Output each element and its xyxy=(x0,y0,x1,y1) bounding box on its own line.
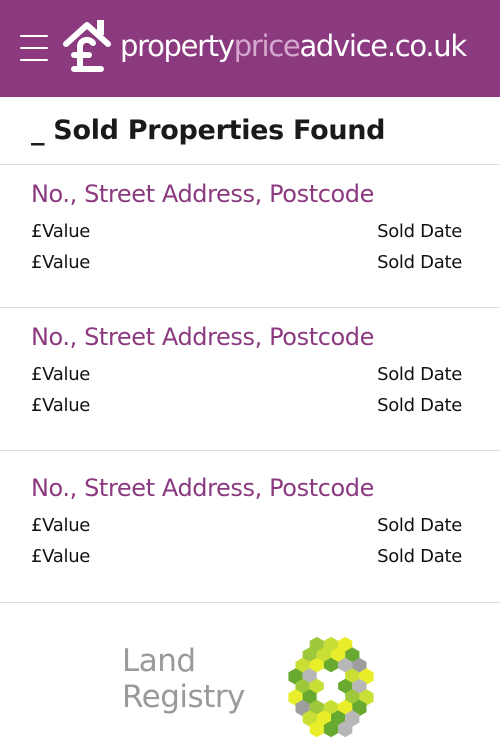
sale-date: Sold Date xyxy=(377,395,462,416)
page-footer: Land Registry xyxy=(0,603,500,745)
sale-row: £Value Sold Date xyxy=(31,252,462,283)
land-registry-line1: Land xyxy=(122,643,196,679)
logo-text-property: property xyxy=(120,28,235,63)
property-address[interactable]: No., Street Address, Postcode xyxy=(31,323,462,351)
sale-value: £Value xyxy=(31,364,91,385)
sale-row: £Value Sold Date xyxy=(31,395,462,426)
property-result[interactable]: No., Street Address, Postcode £Value Sol… xyxy=(0,451,500,603)
sale-value: £Value xyxy=(31,395,91,416)
sale-date: Sold Date xyxy=(377,252,462,273)
logo-wordmark: propertypriceadvice.co.uk xyxy=(120,28,467,63)
property-result[interactable]: No., Street Address, Postcode £Value Sol… xyxy=(0,165,500,308)
sale-row: £Value Sold Date xyxy=(31,515,462,546)
sale-row: £Value Sold Date xyxy=(31,221,462,252)
results-list: No., Street Address, Postcode £Value Sol… xyxy=(0,165,500,603)
land-registry-line2: Registry xyxy=(122,679,245,715)
sale-value: £Value xyxy=(31,546,91,567)
sale-row: £Value Sold Date xyxy=(31,546,462,577)
results-count-title: _ Sold Properties Found xyxy=(31,115,386,146)
results-summary: _ Sold Properties Found xyxy=(0,97,500,165)
site-header: propertypriceadvice.co.uk xyxy=(0,0,500,97)
property-address[interactable]: No., Street Address, Postcode xyxy=(31,180,462,208)
logo-text-price: price xyxy=(233,28,301,63)
logo-text-advice: advice.co.uk xyxy=(299,28,467,63)
hamburger-menu-icon[interactable] xyxy=(20,35,48,61)
property-address[interactable]: No., Street Address, Postcode xyxy=(31,474,462,502)
property-result[interactable]: No., Street Address, Postcode £Value Sol… xyxy=(0,308,500,451)
sale-value: £Value xyxy=(31,515,91,536)
land-registry-hex-logo-icon xyxy=(288,637,374,737)
sale-value: £Value xyxy=(31,252,91,273)
sale-date: Sold Date xyxy=(377,546,462,567)
house-pound-icon xyxy=(63,20,111,72)
sale-date: Sold Date xyxy=(377,221,462,242)
sale-row: £Value Sold Date xyxy=(31,364,462,395)
site-logo[interactable]: propertypriceadvice.co.uk xyxy=(62,17,467,75)
sale-date: Sold Date xyxy=(377,515,462,536)
land-registry-logo: Land Registry xyxy=(122,643,245,715)
sale-value: £Value xyxy=(31,221,91,242)
sale-date: Sold Date xyxy=(377,364,462,385)
